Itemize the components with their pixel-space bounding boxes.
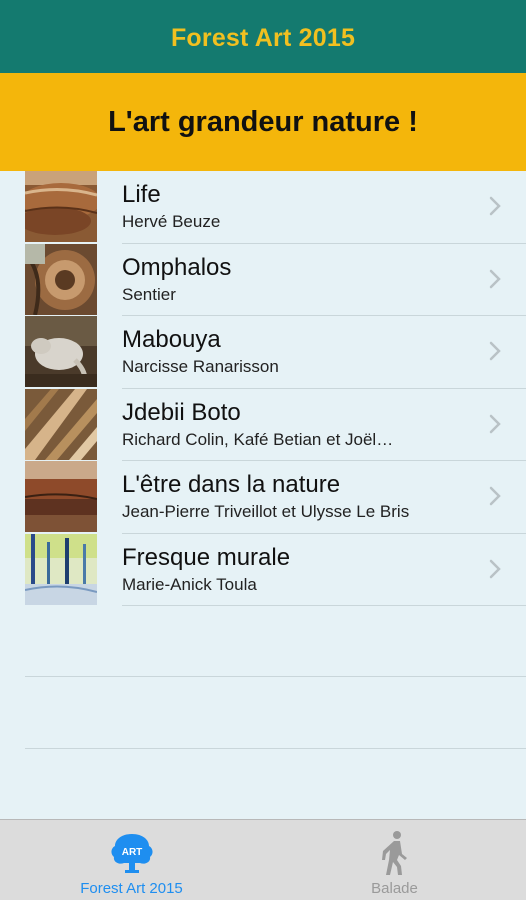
list-item-etre-dans-la-nature[interactable]: L'être dans la nature Jean-Pierre Trivei… xyxy=(0,461,526,534)
artwork-title: L'être dans la nature xyxy=(122,471,341,498)
tab-label: Forest Art 2015 xyxy=(80,880,183,897)
artwork-artist: Narcisse Ranarisson xyxy=(122,357,279,376)
artwork-artist: Marie-Anick Toula xyxy=(122,574,257,594)
artwork-title: Omphalos xyxy=(122,253,232,281)
nav-title: Forest Art 2015 xyxy=(170,24,356,52)
artwork-title: Life xyxy=(122,181,161,208)
empty-row-separator xyxy=(25,676,526,677)
list-item-life[interactable]: Life Hervé Beuze xyxy=(0,171,526,244)
chevron-right-icon xyxy=(489,559,501,578)
artwork-artist: Richard Colin, Kafé Betian et Joël… xyxy=(122,429,394,449)
banner: L'art grandeur nature ! xyxy=(0,73,526,171)
chevron-right-icon xyxy=(489,196,501,216)
app-screen: Forest Art 2015 L'art grandeur nature ! … xyxy=(0,0,526,900)
artwork-thumbnail xyxy=(25,316,97,387)
list-item-omphalos[interactable]: Omphalos Sentier xyxy=(0,243,526,316)
artwork-thumbnail xyxy=(25,388,97,460)
list-item-fresque-murale[interactable]: Fresque murale Marie-Anick Toula xyxy=(0,533,526,606)
chevron-right-icon xyxy=(489,486,501,506)
artwork-thumbnail xyxy=(25,533,97,605)
empty-row-separator xyxy=(25,748,526,749)
artwork-title: Jdebii Boto xyxy=(122,398,241,426)
banner-text: L'art grandeur nature ! xyxy=(108,105,418,138)
chevron-right-icon xyxy=(489,269,501,288)
walking-person-icon xyxy=(381,831,407,875)
artwork-artist: Sentier xyxy=(122,284,176,304)
forest-art-logo-icon: ART xyxy=(110,834,153,873)
artwork-artist: Jean-Pierre Triveillot et Ulysse Le Bris xyxy=(122,502,410,521)
artwork-artist: Hervé Beuze xyxy=(122,212,221,231)
list-item-mabouya[interactable]: Mabouya Narcisse Ranarisson xyxy=(0,316,526,389)
tab-bar: ART Forest Art 2015 Balade xyxy=(0,819,526,900)
navigation-bar: Forest Art 2015 xyxy=(0,0,526,73)
artwork-thumbnail xyxy=(25,171,97,242)
artwork-thumbnail xyxy=(25,243,97,315)
artwork-title: Fresque murale xyxy=(122,543,291,571)
svg-text:ART: ART xyxy=(121,847,142,858)
chevron-right-icon xyxy=(489,341,501,361)
list-item-jdebii-boto[interactable]: Jdebii Boto Richard Colin, Kafé Betian e… xyxy=(0,388,526,461)
tab-label: Balade xyxy=(371,880,418,897)
chevron-right-icon xyxy=(489,414,501,433)
artwork-thumbnail xyxy=(25,461,97,532)
row-separator xyxy=(122,605,526,606)
tab-forest-art[interactable]: ART Forest Art 2015 xyxy=(0,820,263,900)
artwork-title: Mabouya xyxy=(122,326,221,353)
artwork-list: Life Hervé Beuze Omphalos Sentier Mabouy… xyxy=(0,171,526,606)
tab-balade[interactable]: Balade xyxy=(263,820,526,900)
